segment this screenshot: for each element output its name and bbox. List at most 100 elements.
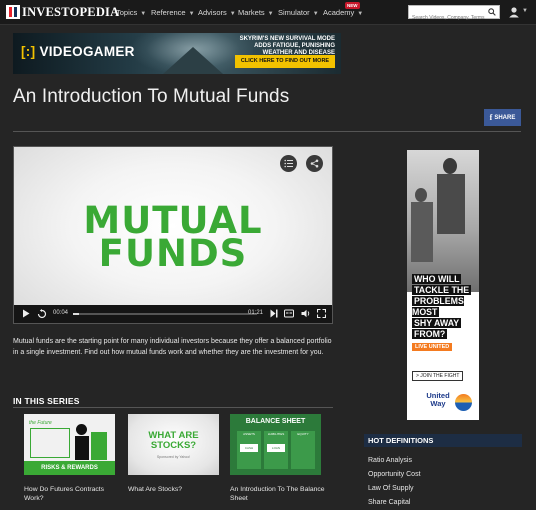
playlist-icon [284,159,293,168]
hot-definition-link[interactable]: Opportunity Cost [368,471,421,478]
thumb-cell: LOAN [267,444,285,452]
person-head-artwork [415,188,427,202]
united-way-logo-text: United Way [424,392,452,408]
person-head-artwork [443,158,457,174]
replay-icon[interactable] [37,309,47,319]
thumb-cell: CASH [240,444,258,452]
chevron-down-icon: ▼ [357,11,364,17]
banner-mountain-artwork [163,47,223,74]
thumb-caption: RISKS & REWARDS [24,461,115,475]
fullscreen-icon[interactable] [317,309,326,318]
person-head-artwork [76,424,87,435]
facebook-share-button[interactable]: f SHARE [484,109,521,126]
nav-topics-label: Topics [116,8,138,17]
thumb-caption: BALANCE SHEET [245,418,306,425]
thumb-caption: WHAT ARE STOCKS? [148,430,199,451]
green-figure-artwork [91,432,107,460]
nav-markets[interactable]: Markets ▼ [238,8,274,17]
share-icon [310,159,319,168]
chevron-down-icon: ▼ [267,11,274,17]
series-heading: IN THIS SERIES [13,396,80,406]
new-badge: NEW [345,2,360,9]
nav-simulator-label: Simulator [278,8,310,17]
chevron-down-icon: ▼ [229,11,236,17]
banner-advertisement[interactable]: [:] VIDEOGAMER SKYRIM'S NEW SURVIVAL MOD… [13,33,341,74]
skip-next-icon[interactable] [270,309,278,318]
volume-icon[interactable] [301,309,311,318]
banner-headline: SKYRIM'S NEW SURVIVAL MODE ADDS FATIGUE,… [239,36,335,56]
banner-cta-button[interactable]: CLICK HERE TO FIND OUT MORE [235,55,335,68]
chevron-down-icon: ▼ [312,11,319,17]
ad-question-line: FROM? [412,329,448,339]
video-title-line2: FUNDS [98,232,248,275]
search-input[interactable] [409,12,487,24]
video-progress-fill [73,313,79,315]
closed-captions-icon[interactable] [284,309,294,318]
video-share-button[interactable] [306,155,323,172]
series-divider [13,407,333,408]
futures-chart-artwork [30,428,70,458]
thumb-tag: Sponsored by Yahoo! [156,455,191,459]
nav-academy-label: Academy [323,8,355,17]
video-progress-bar[interactable] [73,313,257,315]
series-item-label[interactable]: How Do Futures Contracts Work? [24,485,124,503]
person-body-artwork [411,202,433,262]
united-way-logo-line: Way [430,399,446,408]
live-united-tag: LIVE UNITED [412,343,453,351]
hot-definition-link[interactable]: Ratio Analysis [368,457,412,464]
nav-reference[interactable]: Reference ▼ [151,8,195,17]
share-label: SHARE [494,114,516,121]
ad-question-line: WHO WILL [412,274,462,284]
skyscraper-advertisement[interactable]: WHO WILL TACKLE THE PROBLEMS MOST SHY AW… [407,150,479,420]
nav-topics[interactable]: Topics ▼ [116,8,146,17]
nav-simulator[interactable]: Simulator ▼ [278,8,319,17]
video-controls: 00:04 01:21 [14,305,332,323]
search-icon[interactable] [488,8,496,16]
series-thumbnail-balance-sheet[interactable]: BALANCE SHEET ASSETS LIABILITIES EQUITY … [230,414,321,475]
ad-question-line: PROBLEMS MOST [412,296,464,317]
video-player[interactable]: MUTUAL FUNDS 00:04 01:21 [13,146,333,324]
series-thumbnail-stocks[interactable]: WHAT ARE STOCKS? Sponsored by Yahoo! [128,414,219,475]
ad-question-line: SHY AWAY [412,318,462,328]
facebook-icon: f [489,113,493,122]
chevron-down-icon[interactable]: ▼ [522,8,528,14]
logo-mark-icon [6,5,20,19]
chevron-down-icon: ▼ [188,11,195,17]
hot-definitions-heading: HOT DEFINITIONS [364,434,522,447]
person-body-artwork [75,436,89,460]
nav-advisors[interactable]: Advisors ▼ [198,8,236,17]
thumb-column-label: LIABILITIES [267,432,285,436]
ad-question: WHO WILL TACKLE THE PROBLEMS MOST SHY AW… [412,274,474,340]
hot-definition-link[interactable]: Share Capital [368,499,410,506]
join-the-fight-link[interactable]: > JOIN THE FIGHT [412,371,464,381]
current-time: 00:04 [53,310,69,316]
chevron-down-icon: ▼ [140,11,147,17]
united-way-emblem-icon [455,394,472,411]
user-icon[interactable] [508,6,520,18]
video-duration: 01:21 [248,310,264,316]
investopedia-logo[interactable]: INVESTOPEDIA [6,5,119,19]
thumb-column-label: ASSETS [243,432,255,436]
playlist-button[interactable] [280,155,297,172]
nav-academy[interactable]: Academy ▼ [323,8,363,17]
page-title: An Introduction To Mutual Funds [13,86,290,107]
top-navigation-bar: INVESTOPEDIA Topics ▼ Reference ▼ Advisors… [0,0,536,25]
ad-question-line: TACKLE THE [412,285,472,295]
videogamer-logo-mark: [:] [21,44,36,59]
nav-advisors-label: Advisors [198,8,227,17]
title-divider [13,131,521,132]
series-thumbnail-futures[interactable]: the Future RISKS & REWARDS [24,414,115,475]
series-item-label[interactable]: What Are Stocks? [128,485,228,494]
thumb-tag: the Future [29,420,52,426]
logo-text: INVESTOPEDIA [22,4,120,19]
equity-column-artwork [291,431,315,469]
search-box [408,5,500,24]
series-item-label[interactable]: An Introduction To The Balance Sheet [230,485,330,503]
hot-definition-link[interactable]: Law Of Supply [368,485,414,492]
videogamer-logo-text: VIDEOGAMER [39,44,135,59]
video-description: Mutual funds are the starting point for … [13,338,332,357]
nav-markets-label: Markets [238,8,265,17]
united-way-logo: United Way [424,392,474,414]
play-icon[interactable] [22,309,30,318]
thumb-column-label: EQUITY [297,432,309,436]
